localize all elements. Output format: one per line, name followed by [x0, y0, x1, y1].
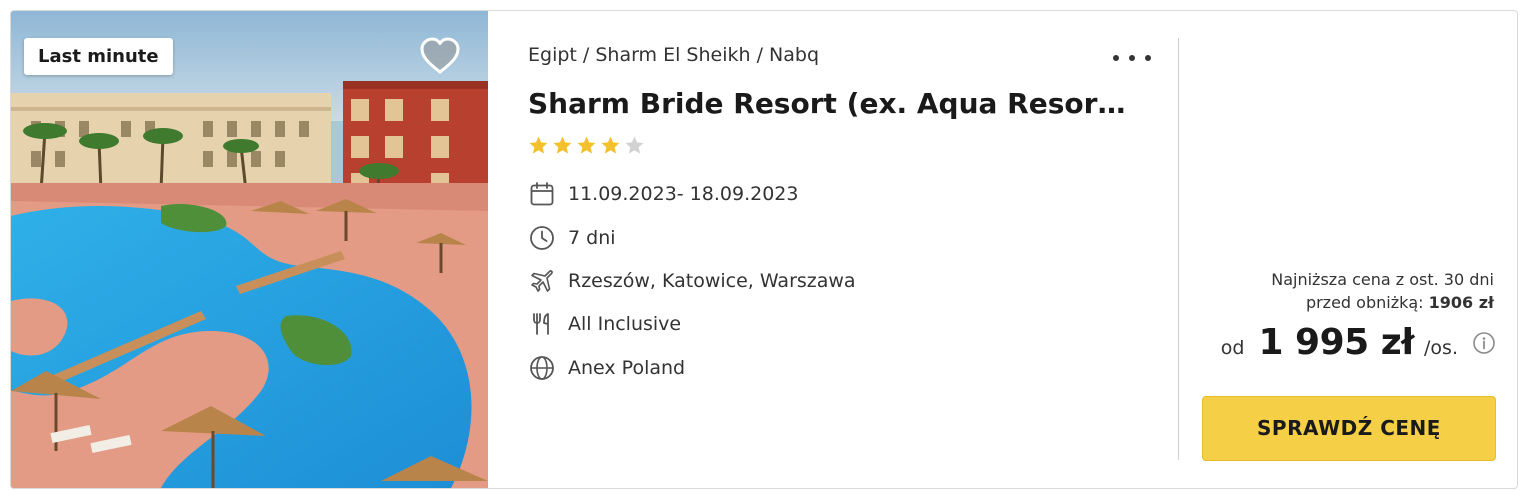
departure-row: Rzeszów, Katowice, Warszawa: [528, 267, 856, 295]
more-dots-icon: [1113, 55, 1119, 61]
offer-card[interactable]: Last minute Egipt / Sharm El Sheikh / Na…: [10, 10, 1518, 489]
plane-icon: [531, 270, 553, 292]
hotel-title[interactable]: Sharm Bride Resort (ex. Aqua Resort …: [528, 87, 1128, 120]
before-discount-line: przed obniżką: 1906 zł: [1194, 291, 1494, 314]
hotel-photo[interactable]: Last minute: [11, 11, 488, 488]
before-discount-label: przed obniżką:: [1305, 293, 1424, 312]
price-section: Najniższa cena z ost. 30 dni przed obniż…: [1180, 11, 1517, 488]
star-icon: [601, 136, 620, 154]
more-dots-icon: [1129, 55, 1135, 61]
travel-dates: 11.09.2023- 18.09.2023: [568, 183, 799, 205]
more-dots-icon: [1145, 55, 1151, 61]
cutlery-icon: [533, 313, 549, 335]
more-options-button[interactable]: [1113, 49, 1151, 67]
last-minute-badge: Last minute: [24, 38, 173, 75]
before-discount-value: 1906 zł: [1428, 293, 1494, 312]
info-icon[interactable]: [1472, 331, 1496, 355]
hotel-photo-image: [11, 11, 488, 488]
board-row: All Inclusive: [528, 310, 681, 338]
vertical-divider: [1178, 38, 1179, 460]
check-price-button[interactable]: SPRAWDŹ CENĘ: [1202, 396, 1496, 461]
lowest-price-note: Najniższa cena z ost. 30 dni przed obniż…: [1194, 268, 1494, 314]
price-row: od 1 995 zł /os.: [1221, 322, 1496, 363]
offer-info: Egipt / Sharm El Sheikh / Nabq Sharm Bri…: [528, 11, 1168, 488]
star-icon: [625, 136, 644, 154]
trip-duration: 7 dni: [568, 227, 616, 249]
heart-icon: [420, 37, 460, 74]
hotel-rating: [528, 135, 645, 156]
tour-operator: Anex Poland: [568, 357, 686, 379]
clock-icon: [530, 226, 554, 250]
dates-row: 11.09.2023- 18.09.2023: [528, 180, 798, 208]
globe-icon: [530, 356, 554, 380]
price-unit: /os.: [1424, 337, 1458, 359]
star-icon: [529, 136, 548, 154]
lowest-price-label: Najniższa cena z ost. 30 dni: [1271, 270, 1494, 289]
departure-airports: Rzeszów, Katowice, Warszawa: [568, 270, 856, 292]
price-prefix: od: [1220, 337, 1245, 359]
calendar-icon: [530, 182, 554, 206]
operator-row: Anex Poland: [528, 354, 685, 382]
favorite-button[interactable]: [417, 33, 463, 79]
price-amount: 1 995 zł: [1258, 322, 1415, 363]
star-icon: [577, 136, 596, 154]
location-breadcrumb[interactable]: Egipt / Sharm El Sheikh / Nabq: [528, 44, 819, 66]
star-icon: [553, 136, 572, 154]
duration-row: 7 dni: [528, 224, 616, 252]
board-type: All Inclusive: [568, 313, 682, 335]
